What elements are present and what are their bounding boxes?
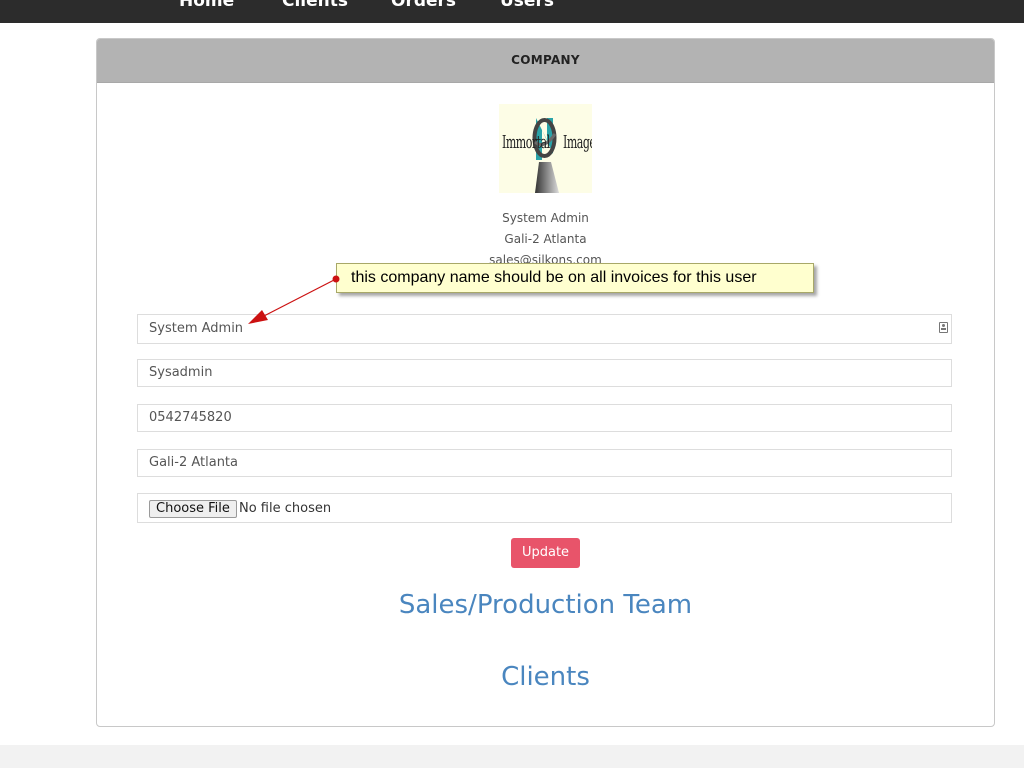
contact-card-icon[interactable] bbox=[939, 322, 948, 333]
username-input[interactable]: Sysadmin bbox=[137, 359, 952, 387]
phone-value: 0542745820 bbox=[149, 410, 232, 425]
panel-heading: COMPANY bbox=[97, 39, 994, 83]
sales-production-team-title: Sales/Production Team bbox=[398, 590, 693, 620]
clients-title: Clients bbox=[501, 662, 590, 692]
choose-file-button[interactable]: Choose File bbox=[149, 500, 237, 518]
footer-band bbox=[0, 745, 1024, 768]
company-logo: Immortal Image bbox=[499, 104, 592, 193]
logo-file-input[interactable]: Choose File No file chosen bbox=[137, 493, 952, 523]
company-info-name: System Admin bbox=[502, 211, 589, 225]
username-value: Sysadmin bbox=[149, 365, 213, 380]
logo-text-left: Immortal bbox=[502, 132, 550, 153]
address-value: Gali-2 Atlanta bbox=[149, 455, 239, 470]
company-info-address: Gali-2 Atlanta bbox=[504, 232, 587, 246]
address-input[interactable]: Gali-2 Atlanta bbox=[137, 449, 952, 477]
nav-item-home[interactable]: Home bbox=[179, 0, 234, 12]
logo-text-right: Image bbox=[563, 132, 592, 153]
phone-input[interactable]: 0542745820 bbox=[137, 404, 952, 432]
update-button[interactable]: Update bbox=[511, 538, 580, 568]
company-name-value: System Admin bbox=[149, 321, 244, 336]
top-navbar: Home Clients Orders Users bbox=[0, 0, 1024, 23]
nav-item-users[interactable]: Users bbox=[500, 0, 554, 12]
company-panel: COMPANY Immortal Image System Admin Gali… bbox=[96, 38, 995, 727]
nav-item-orders[interactable]: Orders bbox=[391, 0, 456, 12]
company-name-input[interactable]: System Admin bbox=[137, 314, 952, 344]
annotation-callout: this company name should be on all invoi… bbox=[336, 263, 814, 293]
nav-item-clients[interactable]: Clients bbox=[282, 0, 348, 12]
no-file-chosen-label: No file chosen bbox=[239, 501, 332, 516]
